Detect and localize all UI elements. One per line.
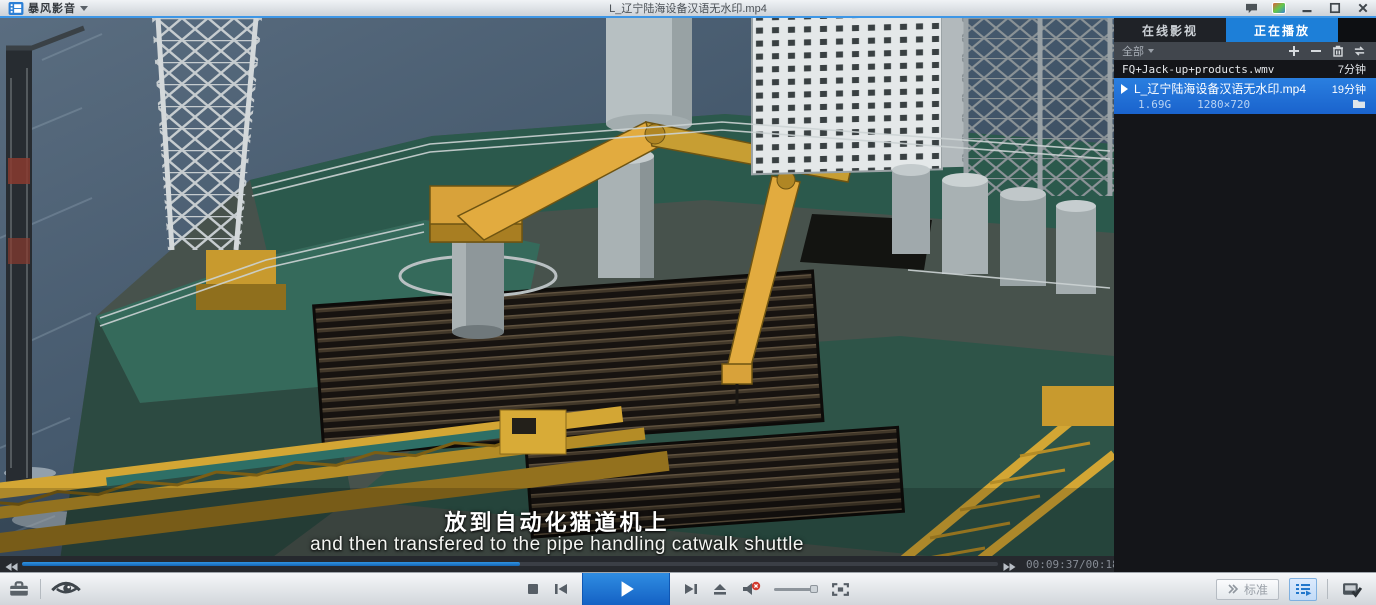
window-title: L_辽宁陆海设备汉语无水印.mp4 [0, 0, 1376, 16]
playlist-item-duration: 7分钟 [1338, 61, 1366, 77]
sync-icon [1353, 45, 1366, 57]
app-window: 暴风影音 L_辽宁陆海设备汉语无水印.mp4 [0, 0, 1376, 605]
fast-forward-icon [1002, 562, 1017, 572]
titlebar: 暴风影音 L_辽宁陆海设备汉语无水印.mp4 [0, 0, 1376, 18]
divider [40, 579, 41, 599]
eject-button[interactable] [712, 582, 728, 596]
clear-list-button[interactable] [1331, 45, 1344, 57]
stop-button[interactable] [526, 582, 540, 596]
filter-dropdown[interactable]: 全部 [1122, 43, 1154, 59]
sidebar: 在线影视 正在播放 全部 [1114, 18, 1376, 572]
previous-icon [553, 582, 569, 596]
fullscreen-icon [831, 582, 850, 597]
tab-now-playing[interactable]: 正在播放 [1226, 18, 1338, 42]
menu-caret-icon [80, 6, 88, 11]
filter-caret-icon [1148, 49, 1154, 53]
playlist-item-selected[interactable]: L_辽宁陆海设备汉语无水印.mp4 19分钟 1.69G 1280×720 [1114, 78, 1376, 114]
playing-indicator-icon [1120, 84, 1128, 94]
next-button[interactable] [683, 582, 699, 596]
playlist-item-name: L_辽宁陆海设备汉语无水印.mp4 [1134, 80, 1306, 97]
add-icon [1288, 45, 1300, 57]
sync-button[interactable] [1353, 45, 1366, 57]
stop-icon [526, 582, 540, 596]
eye-icon [51, 581, 81, 597]
volume-slider[interactable] [774, 583, 818, 595]
next-icon [683, 582, 699, 596]
app-logo-icon [8, 2, 24, 15]
mute-icon [741, 581, 761, 597]
progress-fill [22, 562, 520, 566]
open-folder-button[interactable] [1352, 98, 1366, 112]
eye-protect-button[interactable] [51, 581, 81, 597]
previous-button[interactable] [553, 582, 569, 596]
playlist-toolbar: 全部 [1114, 42, 1376, 60]
maximize-icon [1329, 2, 1341, 14]
sidebar-tabs: 在线影视 正在播放 [1114, 18, 1376, 42]
progress-track[interactable] [22, 562, 998, 566]
fullscreen-button[interactable] [831, 582, 850, 597]
minimize-button[interactable] [1298, 1, 1316, 15]
app-menu-button[interactable]: 暴风影音 [0, 0, 96, 16]
remove-icon [1310, 45, 1322, 57]
playlist-item-size: 1.69G [1138, 98, 1171, 111]
media-library-icon [1342, 581, 1363, 598]
chevrons-icon [1227, 584, 1239, 594]
toolbox-icon [8, 580, 30, 598]
feedback-button[interactable] [1242, 1, 1260, 15]
toolbox-button[interactable] [8, 580, 30, 598]
play-icon [616, 579, 636, 599]
rewind-button[interactable] [4, 559, 20, 569]
feedback-icon [1245, 3, 1258, 14]
playlist-item[interactable]: FQ+Jack-up+products.wmv 7分钟 [1114, 60, 1376, 78]
close-icon [1357, 2, 1369, 14]
close-button[interactable] [1354, 1, 1372, 15]
eject-icon [712, 582, 728, 596]
fast-forward-button[interactable] [1002, 559, 1018, 569]
skin-icon [1272, 2, 1286, 14]
video-frame[interactable]: 放到自动化猫道机上 and then transfered to the pip… [0, 18, 1114, 556]
standard-mode-label: 标准 [1244, 581, 1268, 598]
minimize-icon [1301, 2, 1313, 14]
media-library-button[interactable] [1338, 578, 1366, 601]
play-button[interactable] [582, 573, 670, 605]
filter-label: 全部 [1122, 43, 1144, 59]
remove-button[interactable] [1309, 45, 1322, 57]
playlist-toggle-button[interactable] [1289, 578, 1317, 601]
add-button[interactable] [1287, 45, 1300, 57]
playlist-item-resolution: 1280×720 [1197, 98, 1250, 111]
maximize-button[interactable] [1326, 1, 1344, 15]
video-scene-offshore-rig [0, 18, 1114, 556]
playlist-toggle-icon [1294, 582, 1312, 596]
rewind-icon [4, 562, 19, 572]
standard-mode-button[interactable]: 标准 [1216, 579, 1279, 600]
playlist-item-duration: 19分钟 [1332, 81, 1366, 97]
playlist-item-name: FQ+Jack-up+products.wmv [1122, 63, 1274, 76]
progress-bar-row: 00:09:37/00:18:54 [0, 556, 1114, 572]
divider [1327, 579, 1328, 599]
folder-icon [1352, 98, 1366, 109]
volume-handle[interactable] [810, 585, 818, 593]
skin-button[interactable] [1270, 1, 1288, 15]
trash-icon [1332, 45, 1344, 57]
control-bar: 标准 [0, 572, 1376, 605]
app-name: 暴风影音 [28, 0, 76, 16]
mute-button[interactable] [741, 581, 761, 597]
tab-online-video[interactable]: 在线影视 [1114, 18, 1226, 42]
